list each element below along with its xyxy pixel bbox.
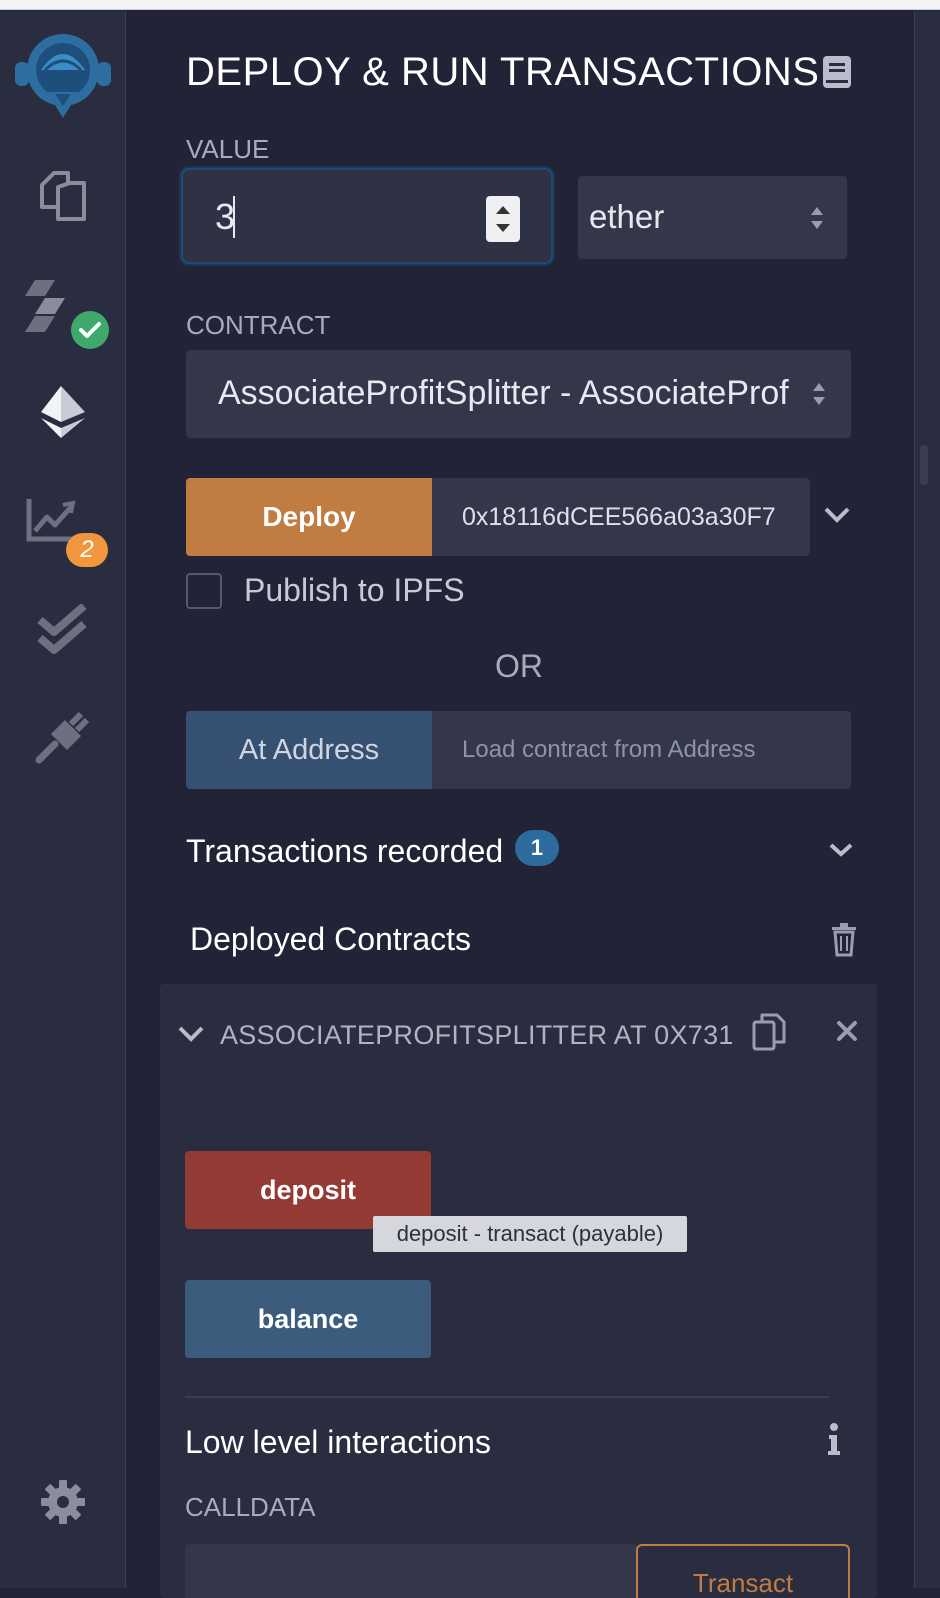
value-input[interactable]: 3 [181,168,553,264]
deposit-tooltip: deposit - transact (payable) [373,1216,687,1252]
low-level-interactions-label: Low level interactions [185,1424,491,1460]
analysis-count-badge: 2 [66,533,108,567]
publish-ipfs-checkbox[interactable] [186,573,222,609]
settings-icon[interactable] [0,1478,125,1526]
value-unit: ether [589,198,665,235]
text-caret [233,196,235,238]
value-label: VALUE [186,134,270,164]
compile-success-icon [71,311,109,349]
close-icon[interactable] [836,1020,858,1042]
publish-ipfs-label: Publish to IPFS [244,572,465,608]
load-address-input[interactable]: Load contract from Address [432,711,851,789]
section-divider [185,1396,829,1398]
remix-logo-icon[interactable] [0,30,125,122]
testing-icon[interactable] [0,603,125,657]
select-arrows-icon [813,383,825,405]
at-address-button[interactable]: At Address [186,711,432,789]
contract-label: CONTRACT [186,310,331,340]
deployed-contract-instance: ASSOCIATEPROFITSPLITTER AT 0X731 deposit… [160,984,877,1598]
contract-instance-title[interactable]: ASSOCIATEPROFITSPLITTER AT 0X731 [220,1020,734,1051]
plugin-manager-icon[interactable] [0,710,125,766]
file-explorer-icon[interactable] [0,166,125,226]
right-panel-edge [914,10,940,1588]
contract-selected: AssociateProfitSplitter - AssociateProf [218,374,789,412]
deploy-button[interactable]: Deploy [186,478,432,556]
chevron-down-icon[interactable] [178,1026,204,1042]
or-divider-label: OR [495,648,543,684]
deployed-contracts-label: Deployed Contracts [190,921,472,957]
value-unit-select[interactable]: ether [578,176,847,259]
page-title: DEPLOY & RUN TRANSACTIONS [186,50,820,94]
browser-top-strip [0,0,940,10]
analysis-icon[interactable] [0,494,125,546]
trash-icon[interactable] [830,923,858,957]
transactions-count-badge: 1 [515,830,559,866]
chevron-down-icon[interactable] [824,507,850,523]
contract-select[interactable]: AssociateProfitSplitter - AssociateProf [186,350,851,438]
info-icon[interactable] [827,1422,841,1456]
scrollbar-thumb[interactable] [920,445,928,485]
calldata-input[interactable] [185,1544,637,1598]
copy-icon[interactable] [751,1012,787,1052]
select-arrows-icon [811,206,823,229]
book-icon[interactable] [822,55,852,89]
constructor-args-input[interactable]: 0x18116dCEE566a03a30F7 [432,478,810,556]
icon-sidebar [0,10,126,1588]
deploy-run-panel: DEPLOY & RUN TRANSACTIONS VALUE 3 ether … [126,10,914,1598]
balance-button[interactable]: balance [185,1280,431,1358]
transactions-recorded-label[interactable]: Transactions recorded [186,833,503,870]
deploy-run-icon[interactable] [0,384,125,440]
calldata-label: CALLDATA [185,1492,316,1522]
chevron-down-icon[interactable] [829,843,853,857]
transact-button[interactable]: Transact [636,1544,850,1598]
value-stepper[interactable] [486,196,520,242]
